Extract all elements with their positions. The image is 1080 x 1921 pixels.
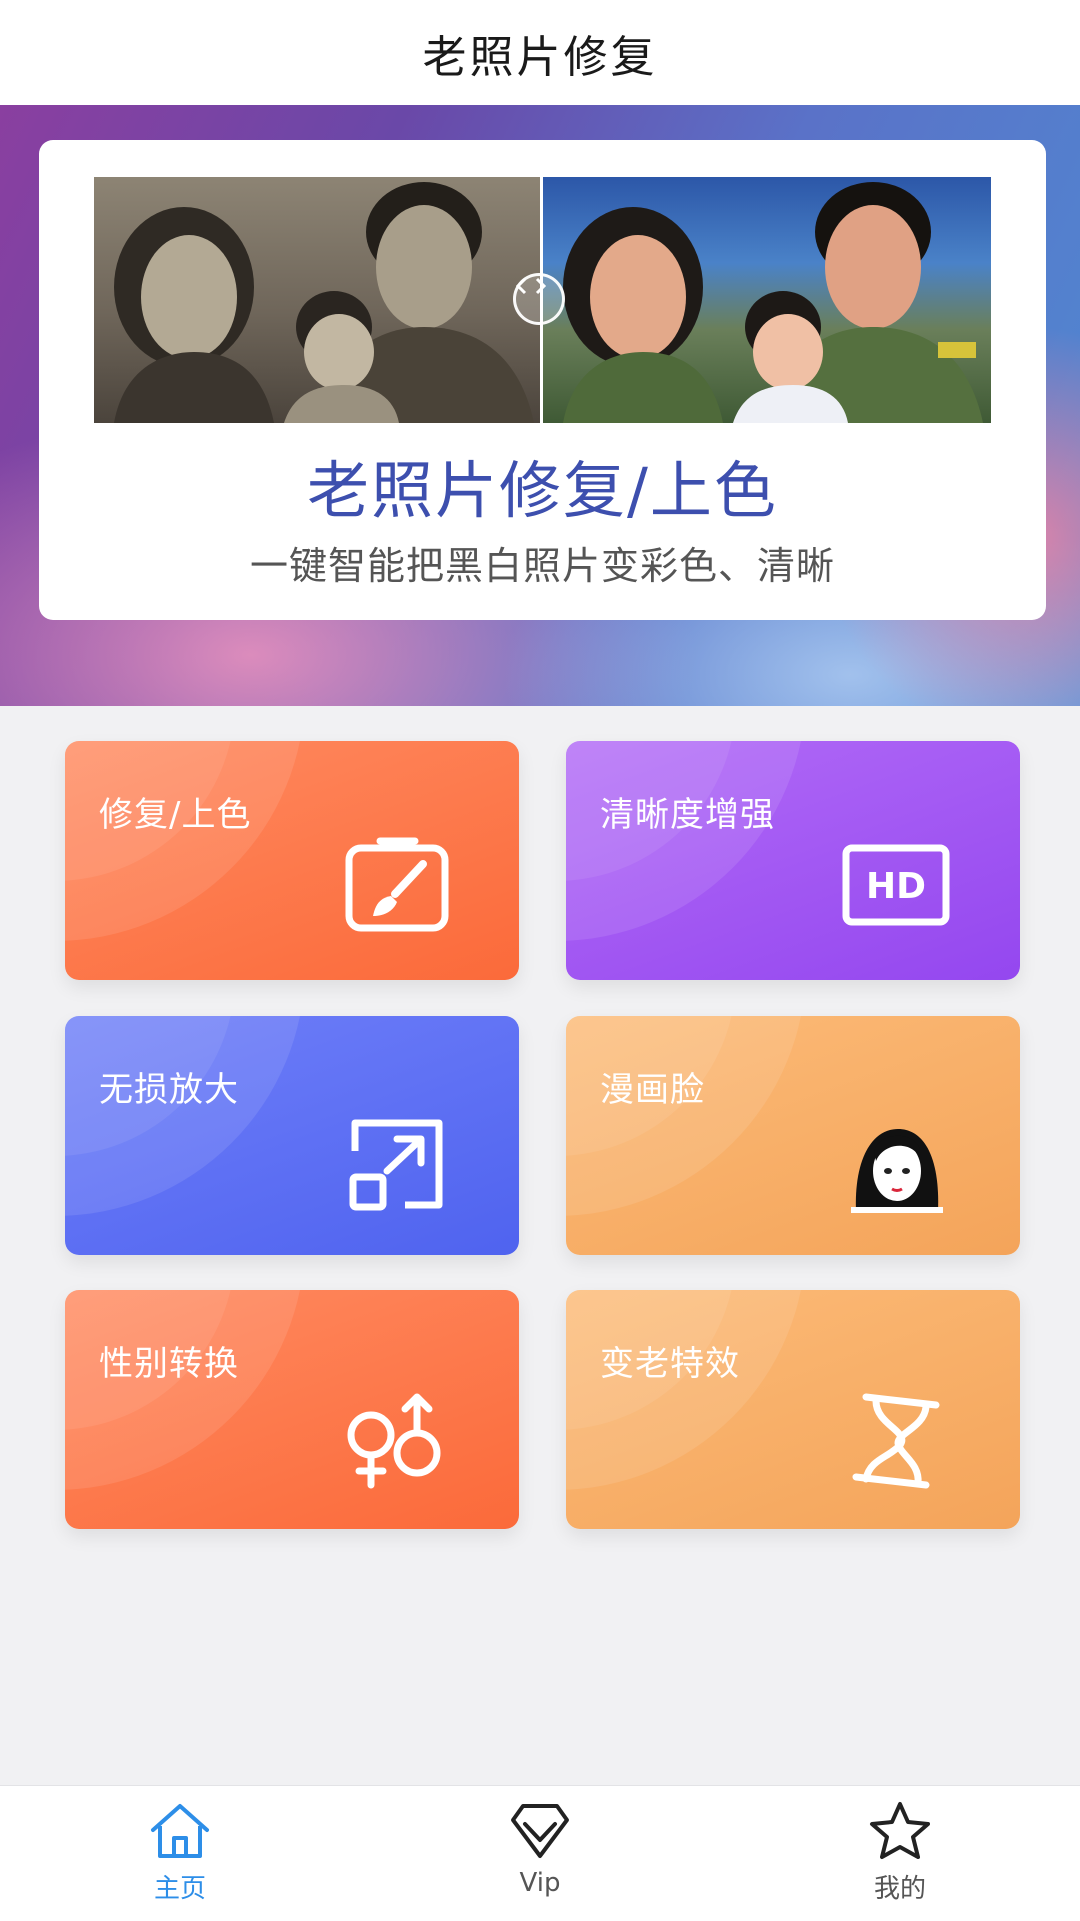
before-after-photo[interactable]	[94, 177, 991, 423]
hd-badge-text: HD	[866, 866, 926, 907]
nav-label: 主页	[153, 1874, 206, 1904]
nav-item-vip[interactable]: Vip	[360, 1786, 720, 1921]
page-title: 老照片修复	[422, 31, 658, 83]
hero-banner: 老照片修复/上色 一键智能把黑白照片变彩色、清晰	[0, 105, 1080, 706]
feature-tile-cartoon-face[interactable]: 漫画脸	[566, 1016, 1020, 1255]
feature-tile-gender-swap[interactable]: 性别转换	[65, 1290, 519, 1529]
nav-item-mine[interactable]: 我的	[720, 1786, 1080, 1921]
feature-label: 性别转换	[99, 1344, 239, 1384]
feature-tile-restore-colorize[interactable]: 修复/上色	[65, 741, 519, 980]
top-bar: 老照片修复	[0, 0, 1080, 105]
feature-tile-clarity-enhance[interactable]: 清晰度增强 HD	[566, 741, 1020, 980]
nav-label: Vip	[519, 1868, 561, 1898]
sepia-figures	[114, 182, 534, 423]
bottom-nav: 主页 Vip 我的	[0, 1785, 1080, 1921]
feature-label: 漫画脸	[600, 1070, 705, 1110]
feature-label: 修复/上色	[99, 795, 252, 835]
nav-item-home[interactable]: 主页	[0, 1786, 360, 1921]
expand-arrow-icon	[349, 1119, 443, 1211]
home-icon	[151, 1804, 209, 1858]
hourglass-icon	[852, 1393, 940, 1489]
hd-icon: HD	[842, 844, 950, 926]
cartoon-face-icon	[851, 1129, 943, 1213]
feature-label: 变老特效	[600, 1344, 740, 1384]
star-icon	[870, 1802, 930, 1859]
banner-subtitle: 一键智能把黑白照片变彩色、清晰	[249, 544, 835, 588]
feature-label: 无损放大	[99, 1070, 239, 1110]
diamond-icon	[511, 1804, 569, 1858]
banner-card[interactable]: 老照片修复/上色 一键智能把黑白照片变彩色、清晰	[39, 140, 1046, 620]
banner-title: 老照片修复/上色	[307, 454, 778, 527]
feature-label: 清晰度增强	[600, 795, 775, 835]
feature-tile-aging-effect[interactable]: 变老特效	[566, 1290, 1020, 1529]
compare-slider-handle[interactable]	[513, 273, 565, 325]
left-right-arrows-icon	[516, 277, 546, 295]
nav-label: 我的	[873, 1874, 926, 1904]
feature-tile-lossless-upscale[interactable]: 无损放大	[65, 1016, 519, 1255]
colorized-figures	[563, 182, 983, 423]
gender-symbols-icon	[347, 1393, 441, 1489]
paint-brush-frame-icon	[345, 837, 449, 932]
